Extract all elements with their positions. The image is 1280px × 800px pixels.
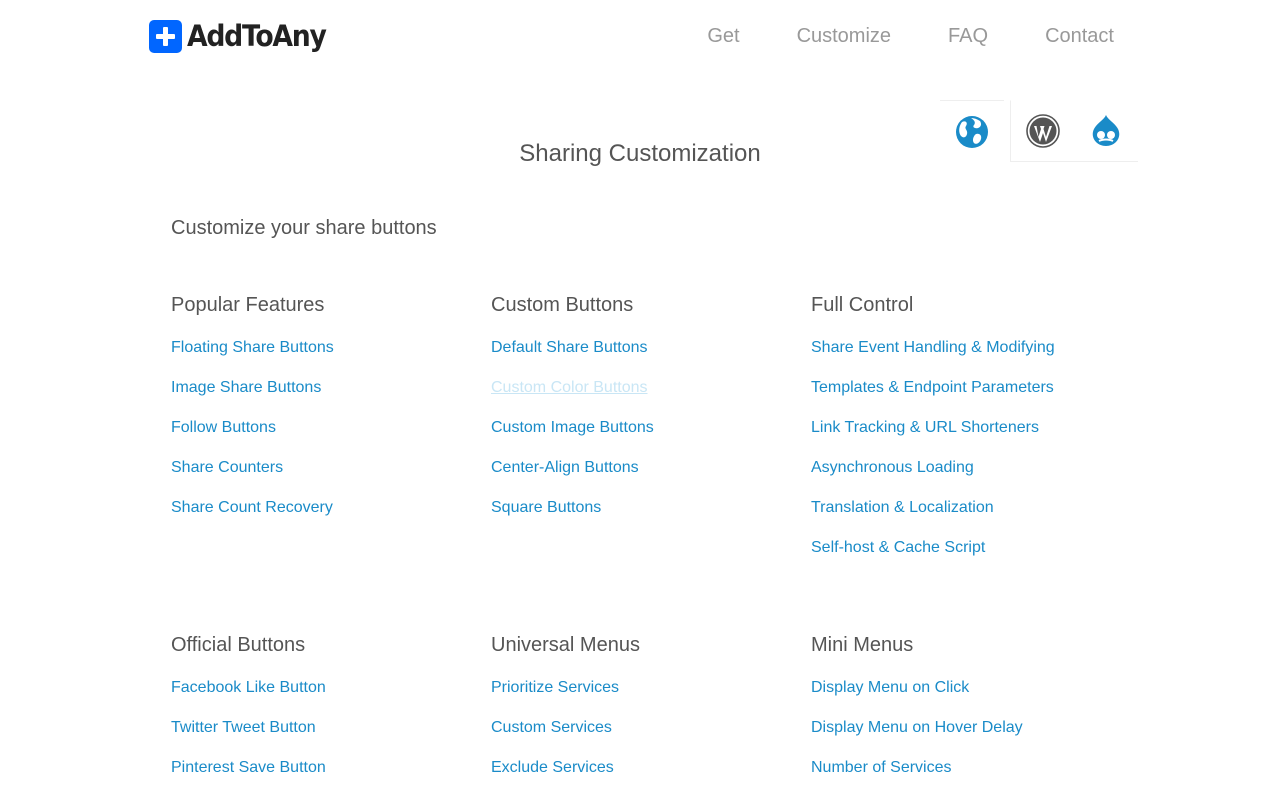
link-exclude-services[interactable]: Exclude Services — [491, 759, 614, 776]
nav-contact[interactable]: Contact — [1045, 24, 1114, 48]
link-pinterest-save-button[interactable]: Pinterest Save Button — [171, 759, 326, 776]
link-custom-services[interactable]: Custom Services — [491, 719, 612, 736]
link-follow-buttons[interactable]: Follow Buttons — [171, 419, 276, 436]
link-asynchronous-loading[interactable]: Asynchronous Loading — [811, 459, 974, 476]
section-custom-buttons: Custom Buttons Default Share Buttons Cus… — [491, 293, 791, 539]
link-display-menu-on-click[interactable]: Display Menu on Click — [811, 679, 969, 696]
page-title: Sharing Customization — [519, 140, 761, 167]
section-title: Custom Buttons — [491, 294, 634, 316]
section-title: Popular Features — [171, 294, 325, 316]
main-nav: Get Customize FAQ Contact — [707, 24, 1114, 48]
section-popular-features: Popular Features Floating Share Buttons … — [171, 293, 471, 539]
section-universal-menus: Universal Menus Prioritize Services Cust… — [491, 633, 791, 799]
section-full-control: Full Control Share Event Handling & Modi… — [811, 293, 1111, 579]
link-custom-image-buttons[interactable]: Custom Image Buttons — [491, 419, 654, 436]
link-link-tracking[interactable]: Link Tracking & URL Shorteners — [811, 419, 1039, 436]
addtoany-logo[interactable]: AddToAny — [149, 18, 338, 54]
link-prioritize-services[interactable]: Prioritize Services — [491, 679, 619, 696]
logo-text: AddToAny — [187, 18, 327, 53]
nav-customize[interactable]: Customize — [797, 24, 891, 48]
link-twitter-tweet-button[interactable]: Twitter Tweet Button — [171, 719, 316, 736]
link-square-buttons[interactable]: Square Buttons — [491, 499, 601, 516]
link-share-event-handling[interactable]: Share Event Handling & Modifying — [811, 339, 1055, 356]
section-mini-menus: Mini Menus Display Menu on Click Display… — [811, 633, 1111, 799]
link-share-counters[interactable]: Share Counters — [171, 459, 283, 476]
link-self-host-cache-script[interactable]: Self-host & Cache Script — [811, 539, 985, 556]
link-default-share-buttons[interactable]: Default Share Buttons — [491, 339, 648, 356]
link-center-align-buttons[interactable]: Center-Align Buttons — [491, 459, 639, 476]
intro-heading: Customize your share buttons — [171, 217, 437, 239]
nav-get[interactable]: Get — [707, 24, 739, 48]
section-title: Full Control — [811, 294, 914, 316]
link-image-share-buttons[interactable]: Image Share Buttons — [171, 379, 321, 396]
link-number-of-services[interactable]: Number of Services — [811, 759, 952, 776]
link-display-menu-on-hover-delay[interactable]: Display Menu on Hover Delay — [811, 719, 1023, 736]
link-facebook-like-button[interactable]: Facebook Like Button — [171, 679, 326, 696]
link-share-count-recovery[interactable]: Share Count Recovery — [171, 499, 333, 516]
section-title: Universal Menus — [491, 634, 640, 656]
link-floating-share-buttons[interactable]: Floating Share Buttons — [171, 339, 334, 356]
link-translation-localization[interactable]: Translation & Localization — [811, 499, 994, 516]
nav-faq[interactable]: FAQ — [948, 24, 988, 48]
section-title: Mini Menus — [811, 634, 914, 656]
plus-icon — [149, 19, 182, 53]
section-official-buttons: Official Buttons Facebook Like Button Tw… — [171, 633, 471, 799]
section-title: Official Buttons — [171, 634, 306, 656]
site-header: AddToAny Get Customize FAQ Contact — [0, 0, 1280, 70]
link-templates-endpoint-parameters[interactable]: Templates & Endpoint Parameters — [811, 379, 1054, 396]
link-custom-color-buttons[interactable]: Custom Color Buttons — [491, 379, 648, 396]
